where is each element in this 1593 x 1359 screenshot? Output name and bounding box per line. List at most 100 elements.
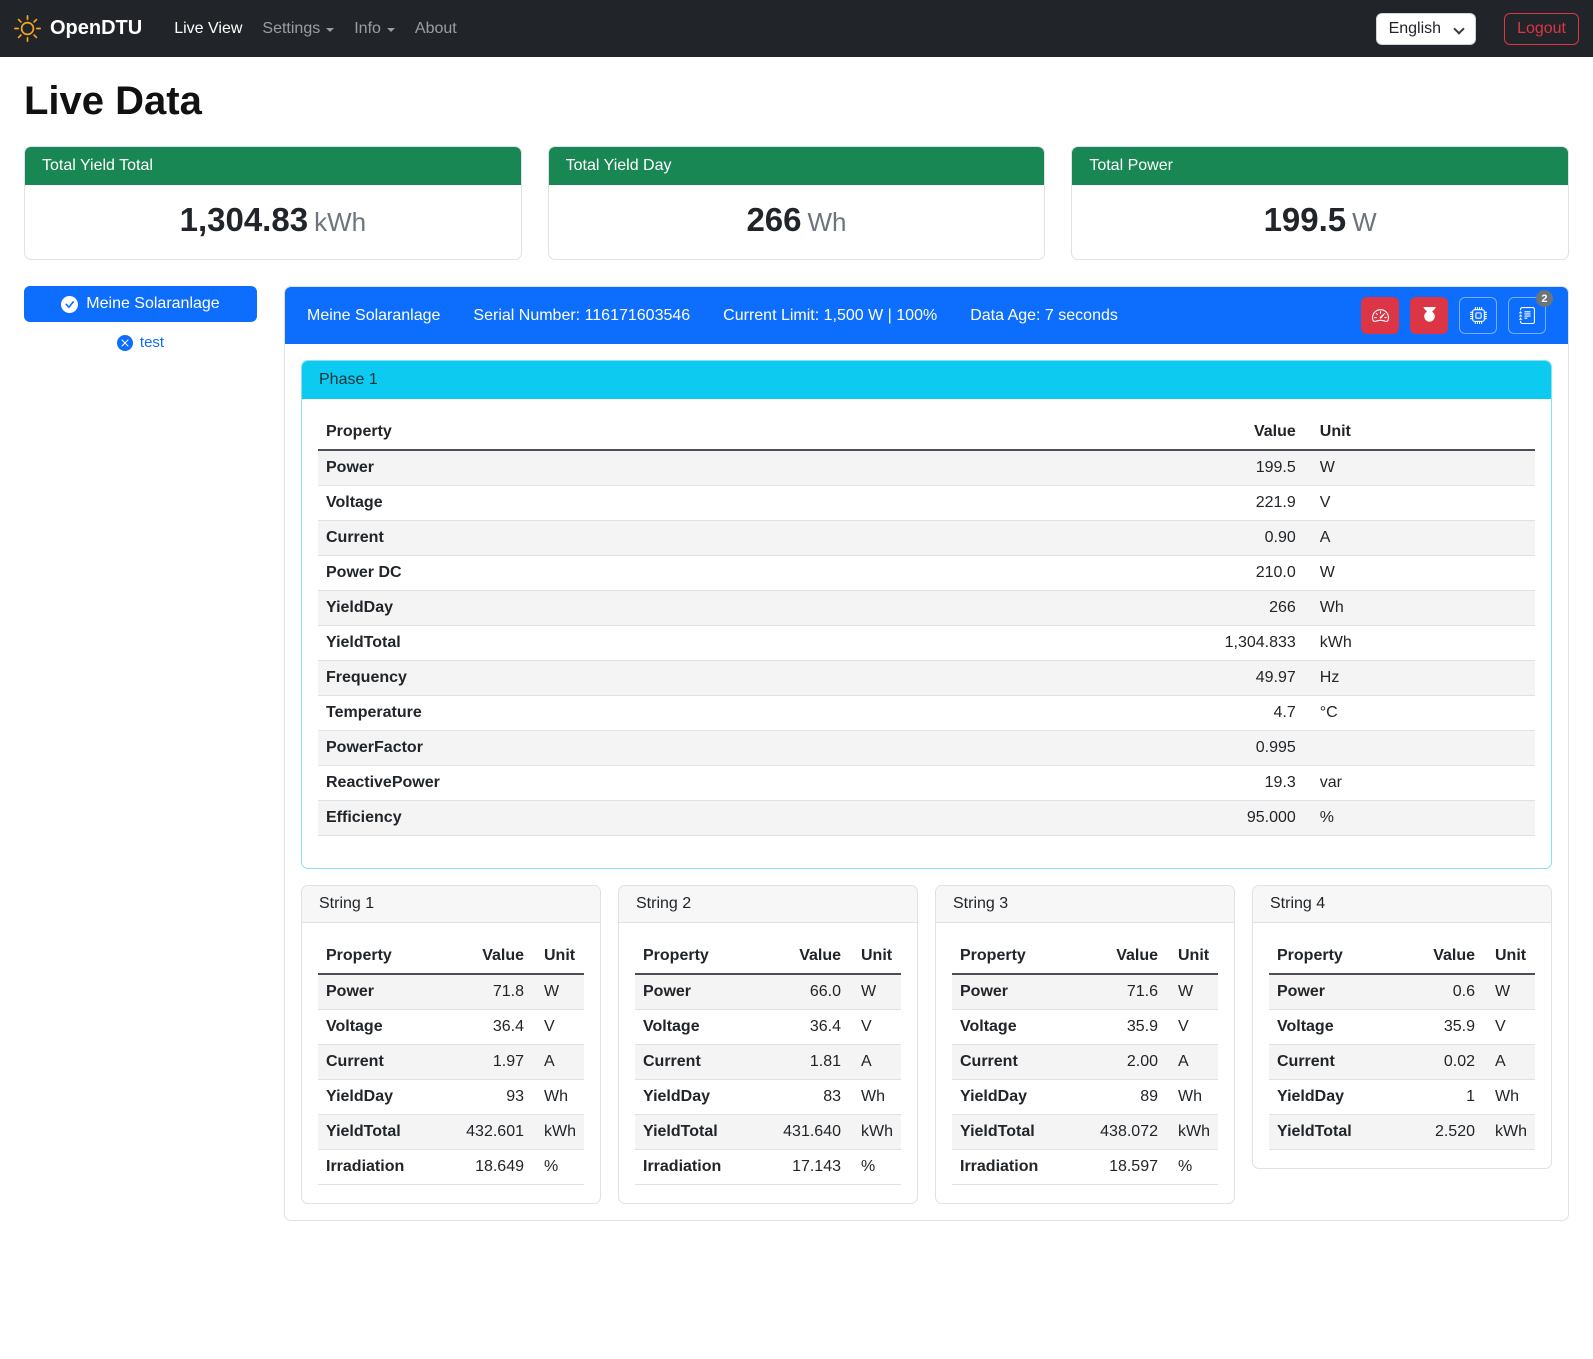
unit-cell: Wh bbox=[1304, 591, 1535, 626]
property-cell: YieldTotal bbox=[318, 1115, 452, 1150]
string-card-title: String 1 bbox=[302, 886, 600, 923]
navbar-right: English Logout bbox=[1376, 13, 1579, 45]
column-header-unit: Unit bbox=[849, 939, 901, 974]
unit-cell: Wh bbox=[1483, 1080, 1535, 1115]
data-table: PropertyValueUnitPower0.6WVoltage35.9VCu… bbox=[1269, 939, 1535, 1150]
unit-cell: Wh bbox=[532, 1080, 584, 1115]
column-header-property: Property bbox=[1269, 939, 1403, 974]
string-table-container: PropertyValueUnitPower0.6WVoltage35.9VCu… bbox=[1253, 923, 1551, 1168]
nav-about[interactable]: About bbox=[405, 12, 467, 46]
inverter-name: Meine Solaranlage bbox=[307, 307, 440, 325]
string-card-2: String 2 PropertyValueUnitPower66.0WVolt… bbox=[618, 885, 918, 1204]
property-cell: Voltage bbox=[318, 486, 1184, 521]
table-header-row: PropertyValueUnit bbox=[1269, 939, 1535, 974]
column-header-unit: Unit bbox=[532, 939, 584, 974]
event-log-button[interactable]: 2 bbox=[1508, 297, 1546, 334]
table-row: YieldTotal438.072kWh bbox=[952, 1115, 1218, 1150]
string-card-title: String 4 bbox=[1253, 886, 1551, 923]
strings-row: String 1 PropertyValueUnitPower71.8WVolt… bbox=[301, 885, 1552, 1204]
inverter-item-test[interactable]: test bbox=[24, 334, 257, 351]
value-cell: 221.9 bbox=[1184, 486, 1304, 521]
table-row: Voltage36.4V bbox=[318, 1010, 584, 1045]
column-header-value: Value bbox=[1403, 939, 1483, 974]
table-row: Power71.6W bbox=[952, 974, 1218, 1010]
nav-info[interactable]: Info bbox=[344, 12, 405, 46]
value-cell: 93 bbox=[452, 1080, 532, 1115]
unit-cell: V bbox=[1304, 486, 1535, 521]
property-cell: YieldDay bbox=[635, 1080, 769, 1115]
unit-cell: kWh bbox=[1166, 1115, 1218, 1150]
summary-card-total-power: Total Power 199.5W bbox=[1071, 146, 1569, 260]
value-cell: 1.97 bbox=[452, 1045, 532, 1080]
data-table: PropertyValueUnitPower71.8WVoltage36.4VC… bbox=[318, 939, 584, 1185]
summary-unit: kWh bbox=[314, 207, 366, 237]
column-header-value: Value bbox=[452, 939, 532, 974]
property-cell: Current bbox=[952, 1045, 1086, 1080]
logout-button[interactable]: Logout bbox=[1504, 13, 1579, 45]
value-cell: 35.9 bbox=[1086, 1010, 1166, 1045]
unit-cell bbox=[1304, 731, 1535, 766]
table-row: YieldDay83Wh bbox=[635, 1080, 901, 1115]
inverter-info-button[interactable] bbox=[1459, 297, 1497, 334]
value-cell: 199.5 bbox=[1184, 450, 1304, 486]
table-row: Irradiation17.143% bbox=[635, 1150, 901, 1185]
value-cell: 89 bbox=[1086, 1080, 1166, 1115]
limit-settings-button[interactable] bbox=[1361, 297, 1399, 334]
table-row: ReactivePower19.3var bbox=[318, 766, 1535, 801]
string-table-container: PropertyValueUnitPower71.6WVoltage35.9VC… bbox=[936, 923, 1234, 1203]
table-row: YieldDay266Wh bbox=[318, 591, 1535, 626]
value-cell: 438.072 bbox=[1086, 1115, 1166, 1150]
property-cell: YieldTotal bbox=[635, 1115, 769, 1150]
nav-settings[interactable]: Settings bbox=[252, 12, 344, 46]
unit-cell: var bbox=[1304, 766, 1535, 801]
value-cell: 19.3 bbox=[1184, 766, 1304, 801]
nav-live-view[interactable]: Live View bbox=[164, 12, 252, 46]
unit-cell: W bbox=[1483, 974, 1535, 1010]
property-cell: YieldTotal bbox=[318, 626, 1184, 661]
language-select[interactable]: English bbox=[1376, 13, 1476, 45]
summary-unit: Wh bbox=[808, 207, 847, 237]
inverter-limit: Current Limit: 1,500 W | 100% bbox=[723, 307, 937, 325]
column-header-value: Value bbox=[769, 939, 849, 974]
unit-cell: kWh bbox=[1483, 1115, 1535, 1150]
unit-cell: W bbox=[532, 974, 584, 1010]
table-row: Power DC210.0W bbox=[318, 556, 1535, 591]
content-row: Meine Solaranlage test Meine Solaranlage… bbox=[24, 286, 1569, 1221]
table-row: Power199.5W bbox=[318, 450, 1535, 486]
nav-about-label: About bbox=[415, 20, 457, 38]
table-row: Current0.02A bbox=[1269, 1045, 1535, 1080]
table-row: Irradiation18.649% bbox=[318, 1150, 584, 1185]
journal-icon bbox=[1519, 307, 1536, 324]
table-row: Voltage35.9V bbox=[952, 1010, 1218, 1045]
value-cell: 432.601 bbox=[452, 1115, 532, 1150]
value-cell: 0.995 bbox=[1184, 731, 1304, 766]
table-row: Efficiency95.000% bbox=[318, 801, 1535, 836]
table-row: YieldTotal432.601kWh bbox=[318, 1115, 584, 1150]
property-cell: Power bbox=[952, 974, 1086, 1010]
table-row: Frequency49.97Hz bbox=[318, 661, 1535, 696]
inverter-select-button[interactable]: Meine Solaranlage bbox=[24, 286, 257, 322]
string-table-container: PropertyValueUnitPower66.0WVoltage36.4VC… bbox=[619, 923, 917, 1203]
nav-links: Live View Settings Info About bbox=[164, 12, 467, 46]
unit-cell: A bbox=[1483, 1045, 1535, 1080]
property-cell: YieldDay bbox=[318, 591, 1184, 626]
chevron-down-icon bbox=[1453, 23, 1464, 34]
string-card-1: String 1 PropertyValueUnitPower71.8WVolt… bbox=[301, 885, 601, 1204]
table-row: YieldDay89Wh bbox=[952, 1080, 1218, 1115]
table-row: PowerFactor0.995 bbox=[318, 731, 1535, 766]
table-row: Power66.0W bbox=[635, 974, 901, 1010]
value-cell: 66.0 bbox=[769, 974, 849, 1010]
table-row: Current1.97A bbox=[318, 1045, 584, 1080]
language-select-value: English bbox=[1389, 20, 1441, 37]
brand[interactable]: OpenDTU bbox=[14, 15, 142, 42]
unit-cell: % bbox=[1304, 801, 1535, 836]
unit-cell: kWh bbox=[849, 1115, 901, 1150]
power-toggle-button[interactable] bbox=[1410, 297, 1448, 334]
unit-cell: % bbox=[849, 1150, 901, 1185]
summary-card-body: 1,304.83kWh bbox=[25, 185, 521, 259]
sun-logo-icon bbox=[14, 15, 41, 42]
string-card-3: String 3 PropertyValueUnitPower71.6WVolt… bbox=[935, 885, 1235, 1204]
property-cell: Efficiency bbox=[318, 801, 1184, 836]
property-cell: Current bbox=[318, 521, 1184, 556]
table-row: Power0.6W bbox=[1269, 974, 1535, 1010]
